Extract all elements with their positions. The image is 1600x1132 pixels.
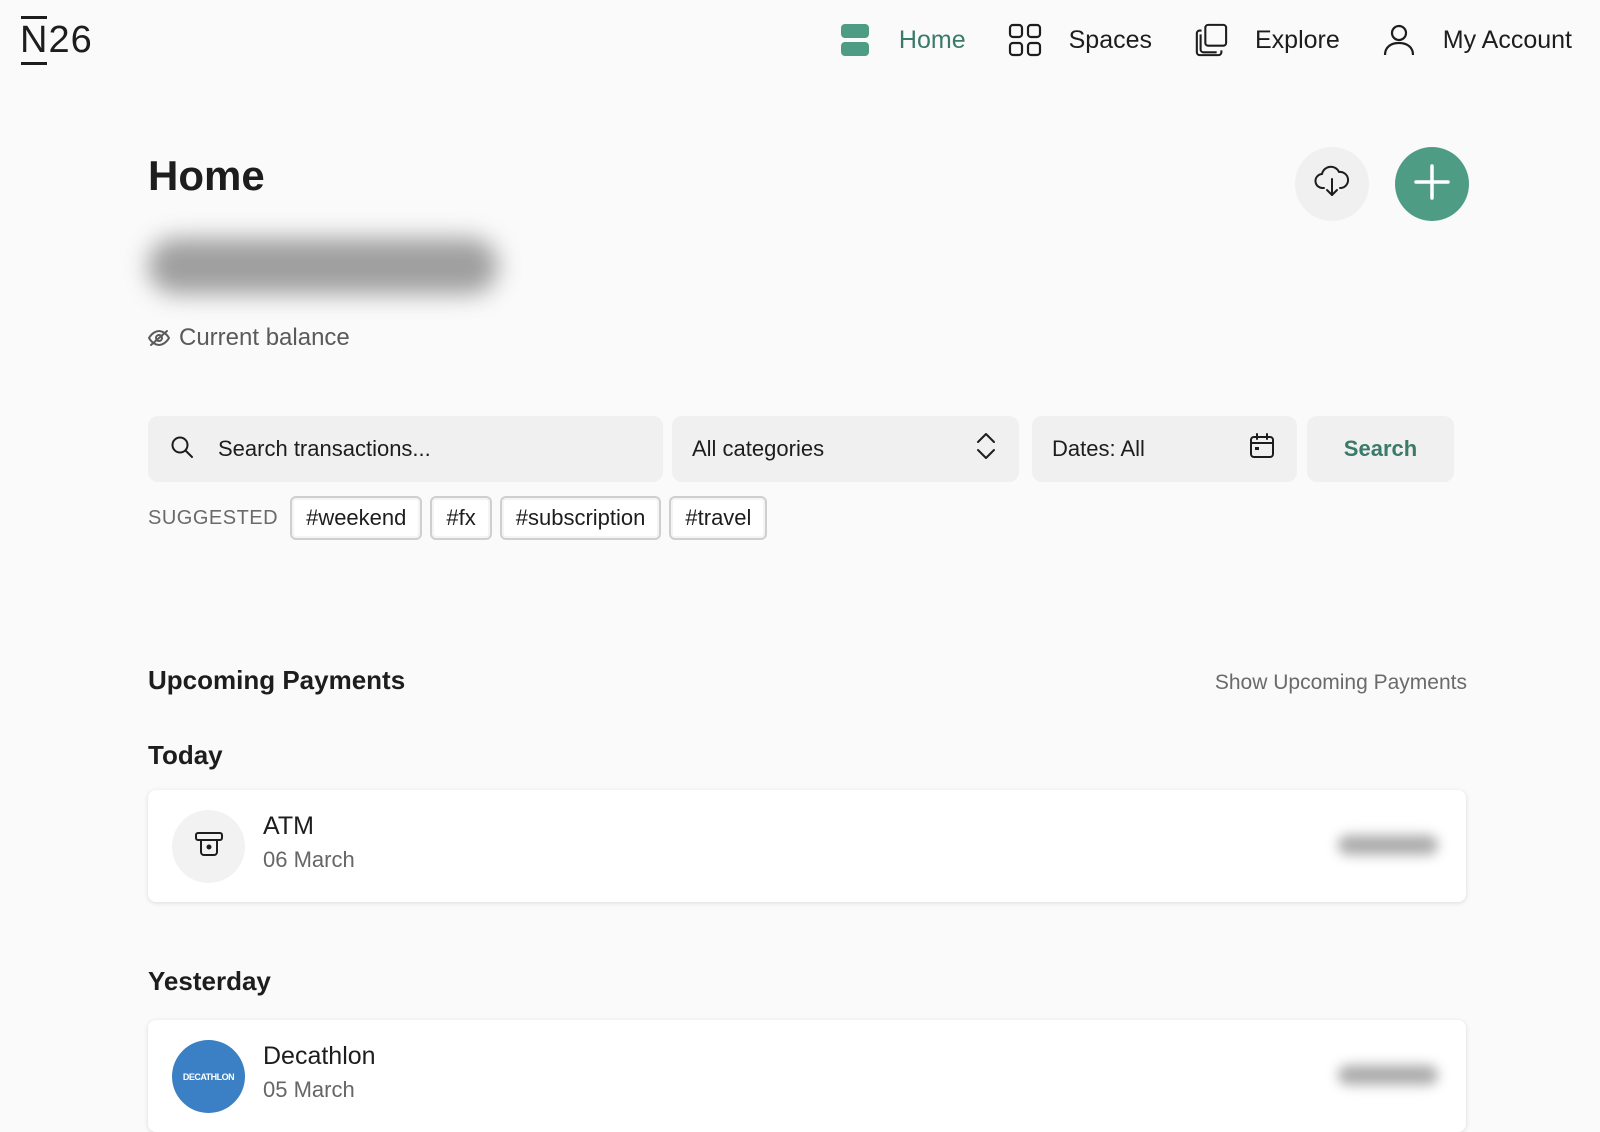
logo-number: 26 [48, 19, 93, 61]
calendar-icon [1249, 433, 1275, 465]
transaction-row[interactable]: ATM 06 March [148, 790, 1466, 902]
transaction-row[interactable]: DECATHLON Decathlon 05 March [148, 1020, 1466, 1132]
transaction-amount-blurred [1338, 835, 1438, 855]
nav-item-spaces[interactable]: Spaces [1008, 23, 1152, 57]
tag-chip-subscription[interactable]: #subscription [499, 496, 662, 540]
copy-icon [1194, 23, 1228, 57]
date-filter-value: Dates: All [1052, 436, 1145, 461]
search-icon [170, 435, 194, 464]
day-heading-yesterday: Yesterday [148, 966, 271, 996]
download-button[interactable] [1295, 147, 1369, 221]
search-input[interactable] [216, 435, 640, 463]
category-select[interactable]: All categories [672, 416, 1019, 482]
date-filter[interactable]: Dates: All [1032, 416, 1297, 482]
home-icon [838, 23, 872, 57]
nav-label-home: Home [898, 25, 966, 54]
n26-logo[interactable]: N26 [20, 16, 93, 65]
logo-n: N [20, 16, 49, 65]
nav-label-spaces: Spaces [1068, 25, 1152, 54]
tag-chip-travel[interactable]: #travel [669, 496, 768, 540]
balance-label[interactable]: Current balance [148, 324, 350, 352]
tag-chip-fx[interactable]: #fx [430, 496, 492, 540]
decathlon-logo: DECATHLON [172, 1040, 245, 1113]
transaction-name: Decathlon [263, 1042, 376, 1070]
transaction-amount-blurred [1338, 1065, 1438, 1085]
balance-amount-blurred [148, 238, 498, 294]
grid-icon [1008, 23, 1042, 57]
search-button[interactable]: Search [1307, 416, 1454, 482]
nav-label-explore: Explore [1255, 25, 1340, 54]
balance-label-text: Current balance [179, 324, 350, 351]
transaction-date: 06 March [263, 847, 355, 872]
show-upcoming-payments-link[interactable]: Show Upcoming Payments [1215, 671, 1467, 695]
page-title: Home [148, 152, 265, 199]
nav-item-explore[interactable]: Explore [1194, 23, 1340, 57]
transaction-date: 05 March [263, 1077, 355, 1102]
suggested-tags: SUGGESTED #weekend #fx #subscription #tr… [148, 496, 775, 540]
add-button[interactable] [1395, 147, 1469, 221]
plus-icon [1412, 162, 1452, 207]
search-field[interactable] [148, 416, 663, 482]
cloud-download-icon [1314, 164, 1350, 205]
decathlon-logo-text: DECATHLON [182, 1071, 235, 1082]
day-heading-today: Today [148, 740, 223, 770]
atm-icon [194, 831, 224, 862]
nav-item-my-account[interactable]: My Account [1382, 23, 1572, 57]
nav-item-home[interactable]: Home [838, 23, 966, 57]
chevron-up-down-icon [975, 431, 997, 467]
transaction-name: ATM [263, 812, 314, 840]
user-icon [1382, 23, 1416, 57]
nav-label-my-account: My Account [1442, 25, 1572, 54]
atm-avatar [172, 810, 245, 883]
eye-off-icon[interactable] [148, 329, 170, 347]
upcoming-payments-title: Upcoming Payments [148, 665, 406, 695]
top-nav: Home Spaces Explore My Account [796, 20, 1572, 60]
category-select-value: All categories [692, 436, 825, 461]
tag-chip-weekend[interactable]: #weekend [290, 496, 423, 540]
suggested-label: SUGGESTED [148, 506, 279, 529]
